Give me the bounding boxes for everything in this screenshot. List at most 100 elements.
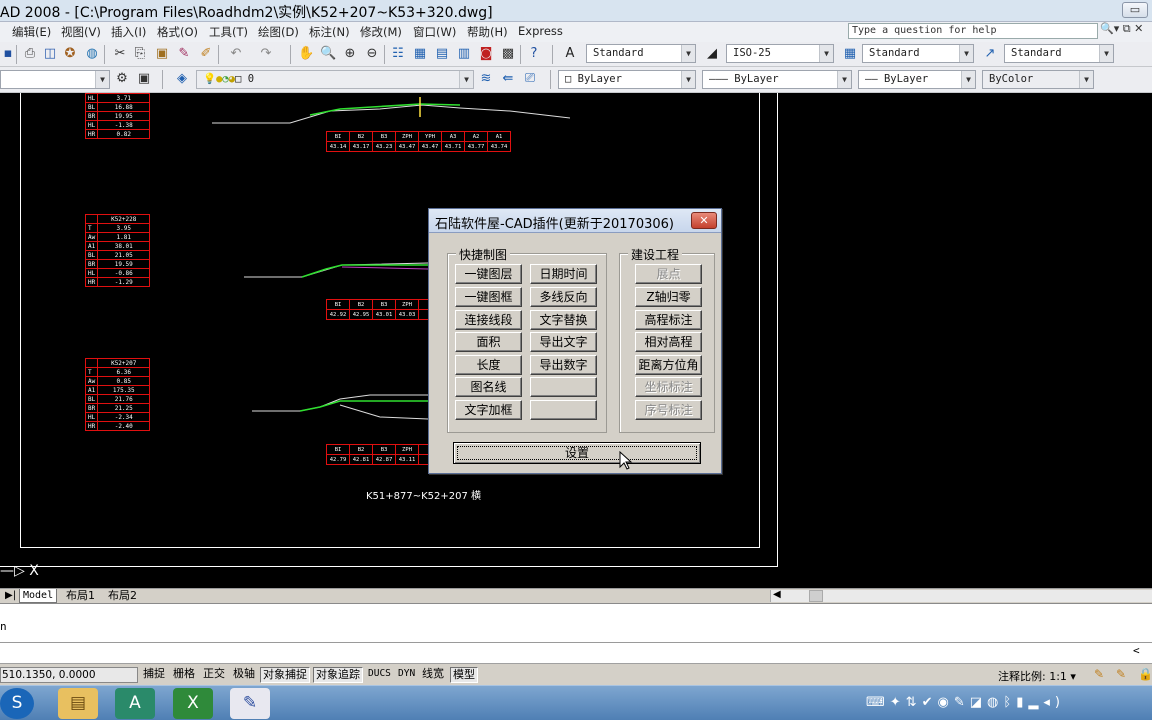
table-style-select[interactable]: Standard ▼ xyxy=(862,44,974,63)
design-center-icon[interactable]: ▦ xyxy=(412,46,428,62)
linetype-select[interactable]: ——— ByLayer ▼ xyxy=(702,70,852,89)
one-key-layer-button[interactable]: 一键图层 xyxy=(455,264,522,284)
area-button[interactable]: 面积 xyxy=(455,332,522,352)
one-key-frame-button[interactable]: 一键图框 xyxy=(455,287,522,307)
tray-app-icon[interactable]: ◉ xyxy=(937,695,953,710)
autocad-icon[interactable]: A xyxy=(115,688,155,719)
file-explorer-icon[interactable]: ▤ xyxy=(58,688,98,719)
menu-view[interactable]: 视图(V) xyxy=(61,24,101,40)
web-icon[interactable]: ◍ xyxy=(84,46,100,62)
menu-help[interactable]: 帮助(H) xyxy=(467,24,508,40)
excel-icon[interactable]: X xyxy=(173,688,213,719)
properties-icon[interactable]: ☷ xyxy=(390,46,406,62)
menu-insert[interactable]: 插入(I) xyxy=(111,24,146,40)
dialog-title-bar[interactable]: 石陆软件屋-CAD插件(更新于20170306) ✕ xyxy=(429,209,721,233)
export-text-button[interactable]: 导出文字 xyxy=(530,332,597,352)
mleader-style-icon[interactable]: ↗ xyxy=(982,46,998,62)
markup-icon[interactable]: ◙ xyxy=(478,46,494,62)
coordinate-readout[interactable]: 510.1350, 0.0000 xyxy=(0,667,138,683)
menu-window[interactable]: 窗口(W) xyxy=(413,24,456,40)
osnap-toggle[interactable]: 对象捕捉 xyxy=(260,667,310,683)
ortho-toggle[interactable]: 正交 xyxy=(201,667,227,683)
menu-tools[interactable]: 工具(T) xyxy=(209,24,248,40)
tray-app-icon[interactable]: ▮ xyxy=(1016,695,1028,710)
close-doc-icon[interactable]: ✕ xyxy=(1134,22,1143,35)
ducs-toggle[interactable]: DUCS xyxy=(366,667,393,683)
signal-icon[interactable]: ▂ xyxy=(1028,695,1043,710)
dim-style-select[interactable]: ISO-25 ▼ xyxy=(726,44,834,63)
tray-app-icon[interactable]: ◍ xyxy=(987,695,1003,710)
grid-toggle[interactable]: 栅格 xyxy=(171,667,197,683)
layer-states-icon[interactable]: ⎚ xyxy=(522,71,538,87)
tray-app-icon[interactable]: ◪ xyxy=(970,695,987,710)
lineweight-toggle[interactable]: 线宽 xyxy=(420,667,446,683)
pan-icon[interactable]: ✋ xyxy=(298,46,314,62)
mleader-style-select[interactable]: Standard ▼ xyxy=(1004,44,1114,63)
scroll-left-icon[interactable]: ◀ xyxy=(773,589,781,600)
cut-icon[interactable]: ✂ xyxy=(112,46,128,62)
search-icon[interactable]: 🔍▾ xyxy=(1100,22,1119,35)
model-toggle[interactable]: 模型 xyxy=(450,667,478,683)
restore-icon[interactable]: ⧉ xyxy=(1123,22,1131,35)
help-search-input[interactable]: Type a question for help xyxy=(848,23,1098,39)
copy-icon[interactable]: ⎘ xyxy=(132,46,148,62)
layer-manager-icon[interactable]: ◈ xyxy=(174,71,190,87)
menu-format[interactable]: 格式(O) xyxy=(157,24,198,40)
table-style-icon[interactable]: ▦ xyxy=(842,46,858,62)
zoom-previous-icon[interactable]: ⊖ xyxy=(364,46,380,62)
export-numbers-button[interactable]: 导出数字 xyxy=(530,355,597,375)
lock-icon[interactable]: 🔒 xyxy=(1138,667,1152,681)
title-line-button[interactable]: 图名线 xyxy=(455,377,522,397)
date-time-button[interactable]: 日期时间 xyxy=(530,264,597,284)
connect-segments-button[interactable]: 连接线段 xyxy=(455,310,522,330)
make-current-icon[interactable]: ≋ xyxy=(478,71,494,87)
tab-nav-icon[interactable]: ▶| xyxy=(2,589,19,603)
text-frame-button[interactable]: 文字加框 xyxy=(455,400,522,420)
tab-model[interactable]: Model xyxy=(19,589,58,603)
elevation-label-button[interactable]: 高程标注 xyxy=(635,310,702,330)
polyline-reverse-button[interactable]: 多线反向 xyxy=(530,287,597,307)
plot-preview-icon[interactable]: ◫ xyxy=(42,46,58,62)
zoom-realtime-icon[interactable]: 🔍 xyxy=(320,46,336,62)
match-properties-icon[interactable]: ✐ xyxy=(198,46,214,62)
zoom-window-icon[interactable]: ⊕ xyxy=(342,46,358,62)
polar-toggle[interactable]: 极轴 xyxy=(231,667,257,683)
volume-icon[interactable]: ◂) xyxy=(1043,695,1065,710)
command-scroll-arrow[interactable]: < xyxy=(1133,644,1140,657)
menu-dimension[interactable]: 标注(N) xyxy=(309,24,350,40)
horizontal-scrollbar[interactable]: ◀ xyxy=(770,589,1152,602)
layer-previous-icon[interactable]: ⇚ xyxy=(500,71,516,87)
relative-elevation-button[interactable]: 相对高程 xyxy=(635,332,702,352)
workspace-settings-icon[interactable]: ⚙ xyxy=(114,71,130,87)
start-icon[interactable]: S xyxy=(0,688,34,719)
restore-button[interactable]: ▭ xyxy=(1122,2,1148,18)
empty-button[interactable] xyxy=(530,400,597,420)
menu-draw[interactable]: 绘图(D) xyxy=(258,24,299,40)
bluetooth-icon[interactable]: ᛒ xyxy=(1003,695,1016,710)
workspace-save-icon[interactable]: ▣ xyxy=(136,71,152,87)
snap-toggle[interactable]: 捕捉 xyxy=(141,667,167,683)
menu-modify[interactable]: 修改(M) xyxy=(360,24,402,40)
z-axis-zero-button[interactable]: Z轴归零 xyxy=(635,287,702,307)
notepad-icon[interactable]: ✎ xyxy=(230,688,270,719)
otrack-toggle[interactable]: 对象追踪 xyxy=(313,667,363,683)
plotstyle-select[interactable]: ByColor ▼ xyxy=(982,70,1094,89)
brush-icon[interactable]: ✎ xyxy=(176,46,192,62)
redo-icon[interactable]: ↷ xyxy=(258,46,274,62)
dyn-toggle[interactable]: DYN xyxy=(396,667,417,683)
lineweight-select[interactable]: —— ByLayer ▼ xyxy=(858,70,976,89)
tray-app-icon[interactable]: ✎ xyxy=(954,695,970,710)
settings-button[interactable]: 设置 xyxy=(453,442,701,464)
tab-layout2[interactable]: 布局2 xyxy=(105,589,140,603)
security-icon[interactable]: ✔ xyxy=(922,695,938,710)
annotation-visibility-icon[interactable]: ✎ xyxy=(1094,667,1104,681)
distance-bearing-button[interactable]: 距离方位角 xyxy=(635,355,702,375)
auto-scale-icon[interactable]: ✎ xyxy=(1116,667,1126,681)
tool-palettes-icon[interactable]: ▤ xyxy=(434,46,450,62)
annotation-scale[interactable]: 注释比例: 1:1 ▾ xyxy=(998,668,1076,684)
length-button[interactable]: 长度 xyxy=(455,355,522,375)
scroll-thumb[interactable] xyxy=(809,590,823,602)
paste-icon[interactable]: ▣ xyxy=(154,46,170,62)
save-icon[interactable]: ▪ xyxy=(0,46,16,62)
text-style-icon[interactable]: A xyxy=(562,46,578,62)
